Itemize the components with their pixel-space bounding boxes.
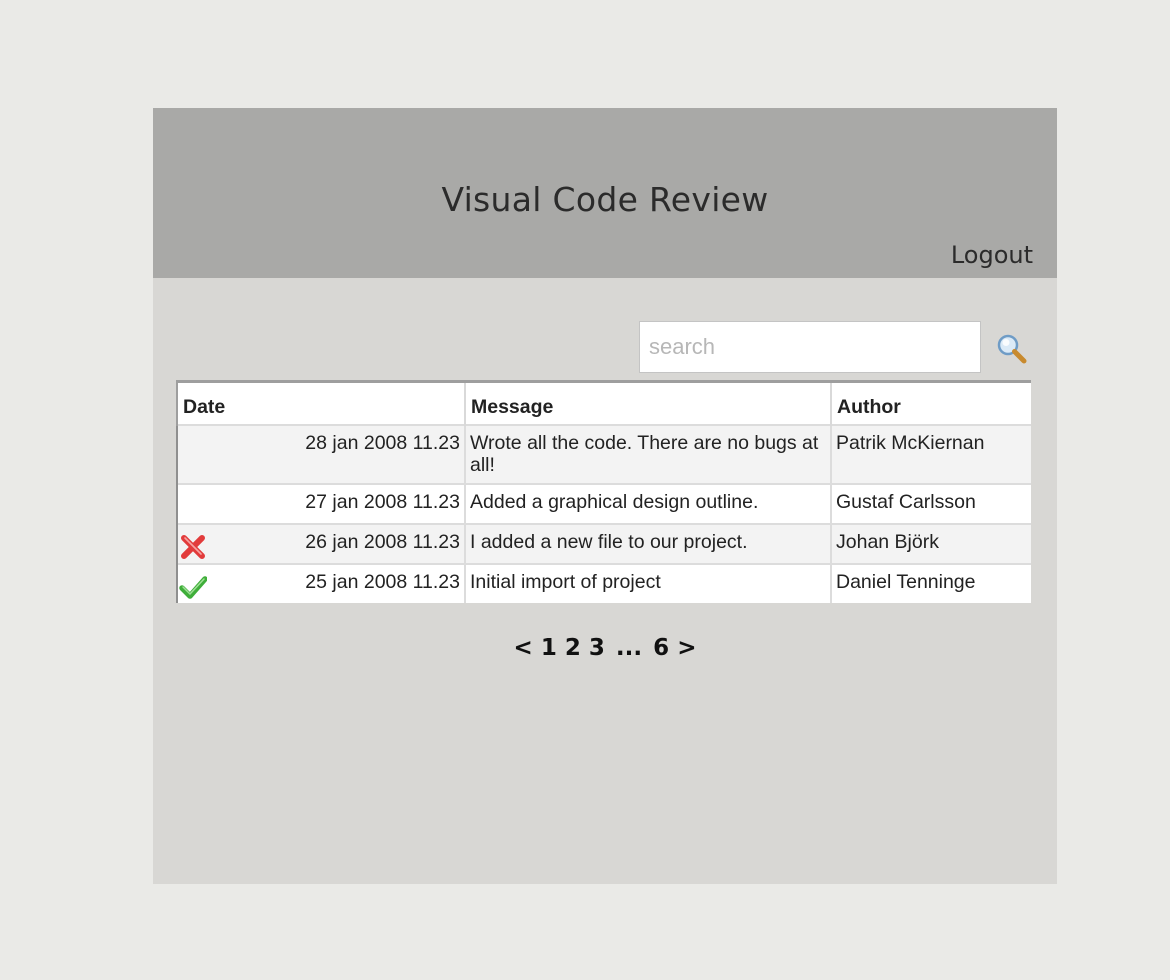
page-link-1[interactable]: 1 xyxy=(541,635,557,661)
message-cell: Initial import of project xyxy=(465,563,832,603)
date-cell: 27 jan 2008 11.23 xyxy=(176,483,466,524)
date-cell: 25 jan 2008 11.23 xyxy=(176,563,466,603)
date-text: 28 jan 2008 11.23 xyxy=(305,432,460,454)
table-row[interactable]: 27 jan 2008 11.23 Added a graphical desi… xyxy=(176,483,1031,524)
column-header-message[interactable]: Message xyxy=(465,380,832,425)
prev-page-link[interactable]: < xyxy=(514,635,533,661)
date-text: 25 jan 2008 11.23 xyxy=(305,571,460,593)
column-header-author[interactable]: Author xyxy=(831,380,1031,425)
app-header: Visual Code Review Logout xyxy=(153,108,1057,278)
green-check-icon xyxy=(179,576,207,599)
next-page-link[interactable]: > xyxy=(677,635,696,661)
app-panel: Visual Code Review Logout Date Message A… xyxy=(153,108,1057,884)
logout-link[interactable]: Logout xyxy=(951,241,1033,269)
column-header-date[interactable]: Date xyxy=(176,380,466,425)
author-cell: Johan Björk xyxy=(831,523,1031,564)
date-cell: 28 jan 2008 11.23 xyxy=(176,424,466,484)
search-input[interactable] xyxy=(639,321,981,373)
message-cell: I added a new file to our project. xyxy=(465,523,832,564)
author-cell: Patrik McKiernan xyxy=(831,424,1031,484)
commit-table: Date Message Author 28 jan 2008 11.23 Wr… xyxy=(176,380,1031,603)
app-title: Visual Code Review xyxy=(441,180,769,219)
table-row[interactable]: 28 jan 2008 11.23 Wrote all the code. Th… xyxy=(176,424,1031,484)
pagination: < 1 2 3 ... 6 > xyxy=(153,635,1057,661)
message-cell: Wrote all the code. There are no bugs at… xyxy=(465,424,832,484)
table-row[interactable]: 26 jan 2008 11.23 I added a new file to … xyxy=(176,523,1031,564)
author-cell: Daniel Tenninge xyxy=(831,563,1031,603)
page-link-2[interactable]: 2 xyxy=(565,635,581,661)
commit-table-wrapper: Date Message Author 28 jan 2008 11.23 Wr… xyxy=(176,380,1031,603)
magnifier-icon[interactable] xyxy=(995,332,1029,366)
table-row[interactable]: 25 jan 2008 11.23 Initial import of proj… xyxy=(176,563,1031,603)
date-text: 26 jan 2008 11.23 xyxy=(305,531,460,553)
date-text: 27 jan 2008 11.23 xyxy=(305,491,460,513)
message-cell: Added a graphical design outline. xyxy=(465,483,832,524)
table-header-row: Date Message Author xyxy=(176,380,1031,425)
page-link-last[interactable]: 6 xyxy=(653,635,669,661)
page-link-3[interactable]: 3 xyxy=(589,635,605,661)
author-cell: Gustaf Carlsson xyxy=(831,483,1031,524)
date-cell: 26 jan 2008 11.23 xyxy=(176,523,466,564)
pagination-ellipsis: ... xyxy=(615,635,643,661)
red-x-icon xyxy=(181,535,205,559)
